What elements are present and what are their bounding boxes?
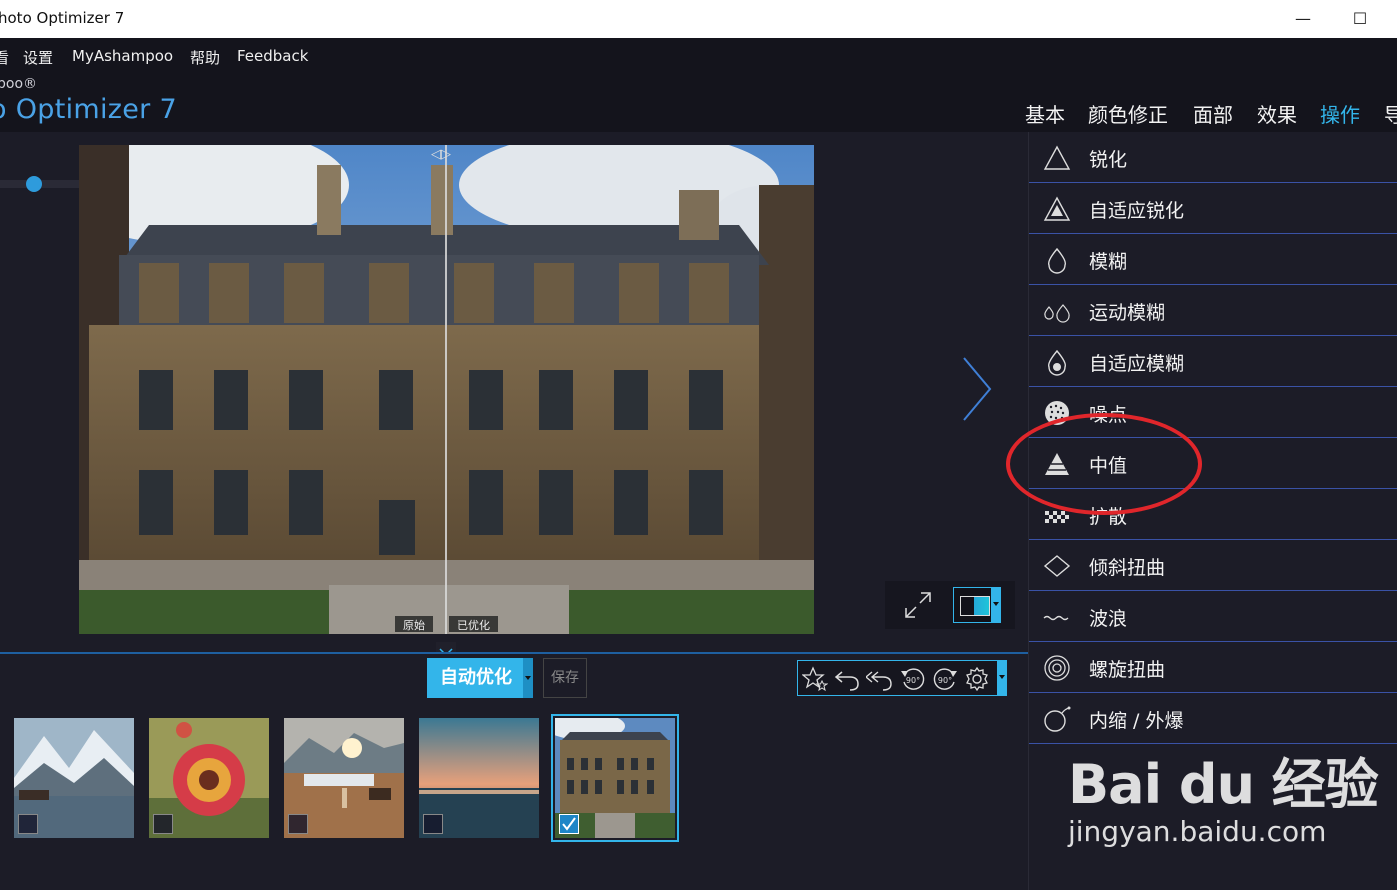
settings-gear-icon[interactable] [964,666,990,692]
window-title: hoto Optimizer 7 [0,9,125,27]
thumbnail-sea-dusk[interactable] [419,718,539,838]
filmstrip [0,706,1028,890]
triangle-nested-icon [1043,196,1071,221]
op-label: 锐化 [1089,149,1128,171]
tab-effects[interactable]: 效果 [1257,99,1297,128]
view-controls [885,581,1015,629]
op-label: 波浪 [1089,608,1128,630]
op-label: 模糊 [1089,251,1128,273]
spiral-icon [1044,655,1070,681]
triangle-outline-icon [1043,145,1071,170]
diamond-icon [1043,555,1071,577]
droplets-motion-icon [1044,304,1070,323]
undo-all-icon[interactable] [866,666,892,692]
maximize-button[interactable]: ☐ [1345,6,1375,32]
tab-operations[interactable]: 操作 [1320,99,1360,134]
action-toolbar: 自动优化 保存 90° 90° [0,652,1028,706]
thumbnail-sunset-mountains[interactable] [284,718,404,838]
auto-optimize-dropdown-icon[interactable] [523,658,533,698]
auto-optimize-button[interactable]: 自动优化 [427,658,533,698]
header: poo® o Optimizer 7 基本 颜色修正 面部 效果 操作 导 [0,74,1397,134]
minimize-button[interactable]: — [1288,6,1318,32]
thumbnail-checkbox-checked[interactable] [559,814,579,834]
fullscreen-icon[interactable] [903,590,933,620]
compare-handle-icon[interactable]: ◁▷ [431,147,451,162]
save-button[interactable]: 保存 [543,658,587,698]
wave-icon [1043,615,1069,621]
menu-feedback[interactable]: Feedback [237,47,308,65]
menu-view[interactable]: 看 [0,47,9,68]
thumbnail-checkbox[interactable] [153,814,173,834]
compare-divider[interactable] [445,145,447,634]
original-label: 原始 [395,616,433,632]
op-sharpen[interactable]: 锐化 [1029,132,1397,183]
rotate-right-icon[interactable]: 90° [932,666,958,692]
op-label: 内缩 / 外爆 [1089,710,1184,732]
thumbnail-checkbox[interactable] [288,814,308,834]
op-pinch-explode[interactable]: 内缩 / 外爆 [1029,693,1397,744]
split-view-icon [960,596,990,616]
thumbnail-checkbox[interactable] [18,814,38,834]
magic-star-icon[interactable] [802,666,828,692]
menu-help[interactable]: 帮助 [190,47,220,68]
rotate-left-icon[interactable]: 90° [900,666,926,692]
droplet-outline-icon [1047,247,1067,274]
tab-face[interactable]: 面部 [1193,99,1233,128]
op-adaptive-blur[interactable]: 自适应模糊 [1029,336,1397,387]
watermark-brand: Bai du 经验 [1068,753,1379,816]
op-label: 自适应锐化 [1089,200,1185,222]
rotate-left-label: 90° [906,676,920,685]
menu-myashampoo[interactable]: MyAshampoo [72,47,173,65]
tools-group: 90° 90° [797,660,1007,696]
thumbnail-red-flower[interactable] [149,718,269,838]
tab-export[interactable]: 导 [1384,99,1397,128]
next-image-icon[interactable] [958,354,998,424]
optimized-label: 已优化 [449,616,498,632]
title-bar: hoto Optimizer 7 — ☐ [0,0,1397,38]
op-label: 倾斜扭曲 [1089,557,1166,579]
highlight-circle [1006,413,1202,515]
op-skew-distort[interactable]: 倾斜扭曲 [1029,540,1397,591]
op-spiral-distort[interactable]: 螺旋扭曲 [1029,642,1397,693]
droplet-filled-icon [1047,349,1067,376]
watermark-url: jingyan.baidu.com [1068,815,1327,848]
rotate-right-label: 90° [938,676,952,685]
watermark: Bai du 经验 jingyan.baidu.com [1068,740,1379,848]
thumbnail-checkbox[interactable] [423,814,443,834]
main-workspace: + [0,132,1028,652]
logo-product: o Optimizer 7 [0,94,177,125]
menu-bar: 看 设置 MyAshampoo 帮助 Feedback [0,38,1397,74]
thumbnail-building[interactable] [551,714,679,842]
op-blur[interactable]: 模糊 [1029,234,1397,285]
split-view-dropdown-icon[interactable] [991,587,1001,623]
image-preview: ◁▷ 原始 已优化 [79,145,814,634]
tab-color-correction[interactable]: 颜色修正 [1088,99,1168,128]
op-adaptive-sharpen[interactable]: 自适应锐化 [1029,183,1397,234]
logo-brand: poo® [0,76,38,92]
undo-icon[interactable] [834,666,860,692]
split-view-button[interactable] [953,587,1001,623]
checkmark-icon [562,817,576,831]
thumbnail-lake-mountains[interactable] [14,718,134,838]
tools-dropdown-icon[interactable] [997,660,1007,696]
zoom-slider-thumb[interactable] [26,176,42,192]
tab-basic[interactable]: 基本 [1025,99,1065,128]
op-label: 运动模糊 [1089,302,1166,324]
op-label: 螺旋扭曲 [1089,659,1166,681]
op-wave[interactable]: 波浪 [1029,591,1397,642]
op-motion-blur[interactable]: 运动模糊 [1029,285,1397,336]
op-label: 自适应模糊 [1089,353,1185,375]
menu-settings[interactable]: 设置 [23,47,53,68]
bomb-icon [1044,706,1071,732]
collapse-filmstrip-icon[interactable] [436,642,456,657]
